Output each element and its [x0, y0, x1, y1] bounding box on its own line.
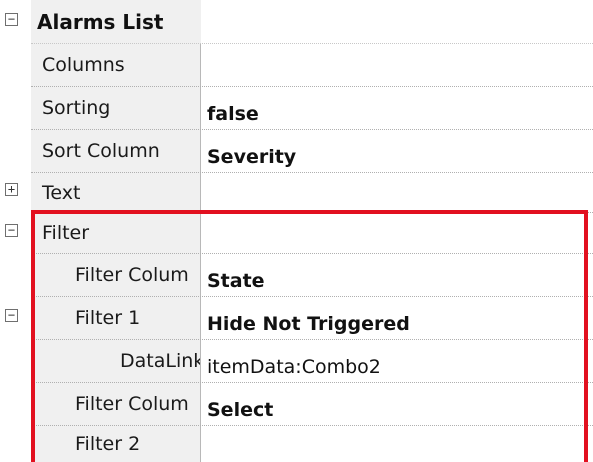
property-label: Sorting — [42, 97, 111, 119]
property-row-columns[interactable]: Columns — [31, 44, 593, 87]
property-label: Filter 2 — [75, 433, 141, 455]
property-grid: Alarms List − Columns Sorting false Sort… — [0, 0, 593, 462]
property-label: Sort Column — [42, 140, 160, 162]
property-value[interactable]: Select — [207, 383, 273, 425]
category-title: Alarms List — [37, 9, 164, 34]
property-row-datalink[interactable]: DataLink itemData:Combo2 — [31, 340, 593, 383]
collapse-icon[interactable]: − — [5, 13, 18, 26]
property-label: Filter 1 — [75, 307, 141, 329]
property-row-filter[interactable]: Filter — [31, 213, 593, 254]
property-value[interactable]: State — [207, 254, 265, 296]
property-label: Filter Colum — [75, 393, 189, 415]
property-row-filter-column[interactable]: Filter Colum Select — [31, 383, 593, 426]
collapse-icon[interactable]: − — [5, 309, 18, 322]
property-value[interactable]: false — [207, 87, 259, 129]
property-label: Text — [42, 181, 81, 204]
property-row-text[interactable]: Text — [31, 173, 593, 213]
property-row-filter-2[interactable]: Filter 2 — [31, 426, 593, 462]
property-row-sort-column[interactable]: Sort Column Severity — [31, 130, 593, 173]
property-row-filter-1[interactable]: Filter 1 Hide Not Triggered — [31, 297, 593, 340]
collapse-icon[interactable]: − — [5, 224, 18, 237]
category-row-alarms-list[interactable]: Alarms List — [31, 0, 593, 44]
property-label: DataLink — [120, 350, 200, 372]
property-label: Filter — [42, 222, 90, 244]
property-value[interactable]: itemData:Combo2 — [207, 340, 381, 382]
property-value[interactable]: Severity — [207, 130, 296, 172]
property-value[interactable]: Hide Not Triggered — [207, 297, 410, 339]
property-row-filter-column[interactable]: Filter Colum State — [31, 254, 593, 297]
property-label: Columns — [42, 54, 125, 76]
property-label: Filter Colum — [75, 264, 189, 286]
property-row-sorting[interactable]: Sorting false — [31, 87, 593, 130]
expand-icon[interactable]: + — [5, 183, 18, 196]
